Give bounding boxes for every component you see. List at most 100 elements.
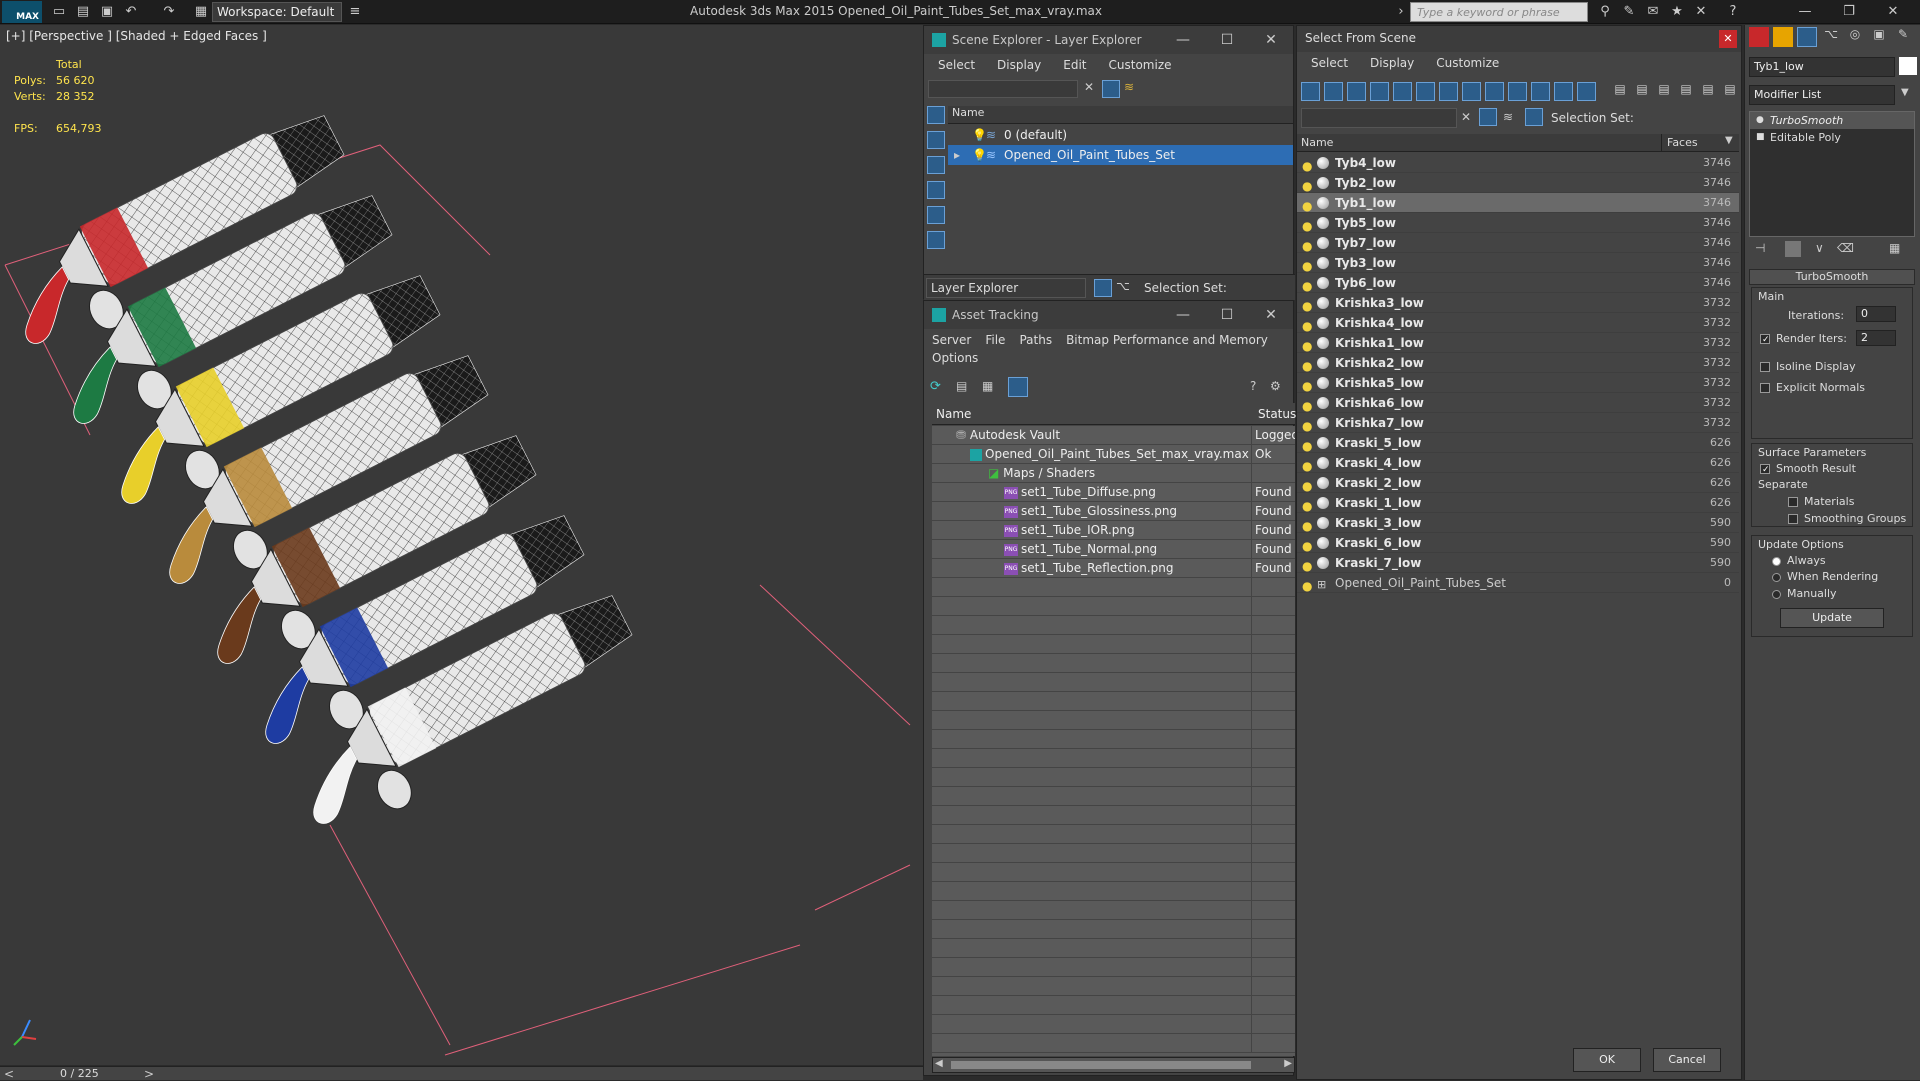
menu-server[interactable]: Server: [932, 333, 971, 347]
menu-edit[interactable]: Edit: [1063, 58, 1086, 72]
name-column[interactable]: Name: [1301, 136, 1333, 149]
display-hidden-icon[interactable]: [1554, 82, 1573, 101]
hierarchy-icon[interactable]: ⌥: [1116, 279, 1130, 293]
app-logo[interactable]: MAX: [2, 1, 42, 23]
turbosmooth-rollout-title[interactable]: TurboSmooth: [1749, 269, 1915, 285]
clear-search-icon[interactable]: ✕: [1461, 110, 1471, 124]
display-cameras-icon[interactable]: [927, 181, 945, 199]
table-row[interactable]: PNG set1_Tube_Glossiness.png Found: [932, 502, 1295, 521]
smoothing-groups-checkbox[interactable]: Smoothing Groups: [1788, 512, 1906, 525]
list-item[interactable]: ● Kraski_7_low 590: [1297, 553, 1739, 573]
remove-modifier-icon[interactable]: ⌫: [1837, 241, 1854, 255]
star-icon[interactable]: ★: [1668, 3, 1686, 21]
perspective-viewport[interactable]: [+] [Perspective ] [Shaded + Edged Faces…: [0, 25, 923, 1065]
list-item[interactable]: ● Tyb5_low 3746: [1297, 213, 1739, 233]
list-item[interactable]: ● Krishka5_low 3732: [1297, 373, 1739, 393]
list-item[interactable]: ● Tyb2_low 3746: [1297, 173, 1739, 193]
object-color-swatch[interactable]: [1899, 57, 1917, 75]
undo-icon[interactable]: ↶: [122, 3, 140, 21]
show-end-result-icon[interactable]: [1785, 241, 1801, 257]
explorer-type-dropdown[interactable]: Layer Explorer: [926, 278, 1086, 298]
menu-options[interactable]: Options: [932, 351, 978, 365]
close-icon[interactable]: ✕: [1884, 3, 1902, 21]
tab-lights-icon[interactable]: [1773, 27, 1793, 47]
display-spacewarps-icon[interactable]: [1416, 82, 1435, 101]
table-row[interactable]: PNG set1_Tube_IOR.png Found: [932, 521, 1295, 540]
time-next-icon[interactable]: >: [144, 1067, 154, 1081]
table-view-icon[interactable]: [1008, 377, 1028, 397]
list-item[interactable]: ● Krishka6_low 3732: [1297, 393, 1739, 413]
iterations-spinner[interactable]: 0: [1856, 306, 1896, 322]
cancel-button[interactable]: Cancel: [1653, 1048, 1721, 1072]
asset-horizontal-scrollbar[interactable]: ◀ ▶: [932, 1057, 1295, 1073]
display-spacewarps-icon[interactable]: [927, 231, 945, 249]
bulb-icon[interactable]: 💡: [972, 125, 987, 145]
tab-utilities-icon[interactable]: ✎: [1893, 27, 1913, 47]
menu-select[interactable]: Select: [938, 58, 975, 72]
refresh-icon[interactable]: ⟳: [930, 379, 941, 394]
display-lights-icon[interactable]: [1347, 82, 1366, 101]
list-item[interactable]: ● Krishka3_low 3732: [1297, 293, 1739, 313]
render-iters-checkbox[interactable]: Render Iters:: [1760, 332, 1847, 345]
list-item[interactable]: ● Kraski_4_low 626: [1297, 453, 1739, 473]
display-bones-icon[interactable]: [1485, 82, 1504, 101]
filter-icon[interactable]: [1479, 108, 1497, 126]
bulb-icon[interactable]: ●: [1756, 112, 1764, 129]
tools-icon[interactable]: ✎: [1620, 3, 1638, 21]
display-geometry-icon[interactable]: [927, 106, 945, 124]
faces-column[interactable]: Faces: [1667, 136, 1698, 149]
display-groups-icon[interactable]: [1439, 82, 1458, 101]
bulb-icon[interactable]: ●: [1302, 576, 1312, 596]
display-xrefs-icon[interactable]: [1462, 82, 1481, 101]
project-folder-icon[interactable]: ▦: [192, 3, 210, 21]
filter-options-icon[interactable]: ▤: [1677, 82, 1695, 100]
open-file-icon[interactable]: ▤: [74, 3, 92, 21]
scene-explorer-titlebar[interactable]: Scene Explorer - Layer Explorer — ☐ ✕: [924, 26, 1293, 54]
collapse-icon[interactable]: ▤: [1721, 82, 1739, 100]
ok-button[interactable]: OK: [1573, 1048, 1641, 1072]
binoculars-icon[interactable]: ⚲: [1596, 3, 1614, 21]
close-icon[interactable]: ✕: [1249, 26, 1293, 54]
tab-modify-icon[interactable]: [1797, 27, 1817, 47]
scene-explorer-search-input[interactable]: [928, 80, 1078, 98]
help-icon[interactable]: ?: [1724, 3, 1742, 21]
sort-down-icon[interactable]: ▼: [1725, 135, 1733, 146]
menu-customize[interactable]: Customize: [1109, 58, 1172, 72]
asset-status-column[interactable]: Status: [1258, 407, 1296, 421]
close-icon[interactable]: ✕: [1719, 30, 1737, 48]
maximize-icon[interactable]: ☐: [1205, 26, 1249, 54]
tab-display-icon[interactable]: ▣: [1869, 27, 1889, 47]
hierarchy-view-icon[interactable]: ▤: [1699, 82, 1717, 100]
search-input[interactable]: Type a keyword or phrase: [1410, 2, 1588, 22]
layer-row-selected[interactable]: ▸ 💡 ≋ Opened_Oil_Paint_Tubes_Set: [948, 145, 1293, 165]
menu-display[interactable]: Display: [997, 58, 1041, 72]
chevron-down-icon[interactable]: ▼: [1901, 87, 1909, 98]
communication-icon[interactable]: ✉: [1644, 3, 1662, 21]
list-view-icon[interactable]: ▤: [956, 379, 967, 393]
display-geometry-icon[interactable]: [1301, 82, 1320, 101]
scroll-thumb[interactable]: [951, 1061, 1251, 1069]
minimize-icon[interactable]: —: [1161, 26, 1205, 54]
configure-sets-icon[interactable]: ▦: [1889, 241, 1900, 255]
menu-customize[interactable]: Customize: [1436, 56, 1499, 70]
select-none-icon[interactable]: ▤: [1633, 82, 1651, 100]
when-rendering-radio[interactable]: When Rendering: [1772, 570, 1878, 583]
select-all-icon[interactable]: ▤: [1611, 82, 1629, 100]
table-row[interactable]: ◪ Maps / Shaders: [932, 464, 1295, 483]
display-helpers-icon[interactable]: [927, 206, 945, 224]
display-lights-icon[interactable]: [927, 156, 945, 174]
list-item[interactable]: ● Krishka1_low 3732: [1297, 333, 1739, 353]
list-item[interactable]: ● ⊞ Opened_Oil_Paint_Tubes_Set 0: [1297, 573, 1739, 593]
layers-icon[interactable]: ≋: [1503, 110, 1513, 124]
hierarchy-icon[interactable]: [1525, 108, 1543, 126]
update-button[interactable]: Update: [1780, 608, 1884, 628]
expand-arrow-icon[interactable]: ▸: [954, 145, 960, 165]
select-search-input[interactable]: [1301, 108, 1457, 128]
explicit-normals-checkbox[interactable]: Explicit Normals: [1760, 381, 1865, 394]
minimize-icon[interactable]: —: [1161, 301, 1205, 329]
display-helpers-icon[interactable]: [1393, 82, 1412, 101]
scroll-left-icon[interactable]: ◀: [935, 1058, 943, 1069]
time-slider[interactable]: < 0 / 225 >: [0, 1066, 923, 1081]
exchange-icon[interactable]: ✕: [1692, 3, 1710, 21]
chevron-right-icon[interactable]: ›: [1392, 3, 1410, 21]
